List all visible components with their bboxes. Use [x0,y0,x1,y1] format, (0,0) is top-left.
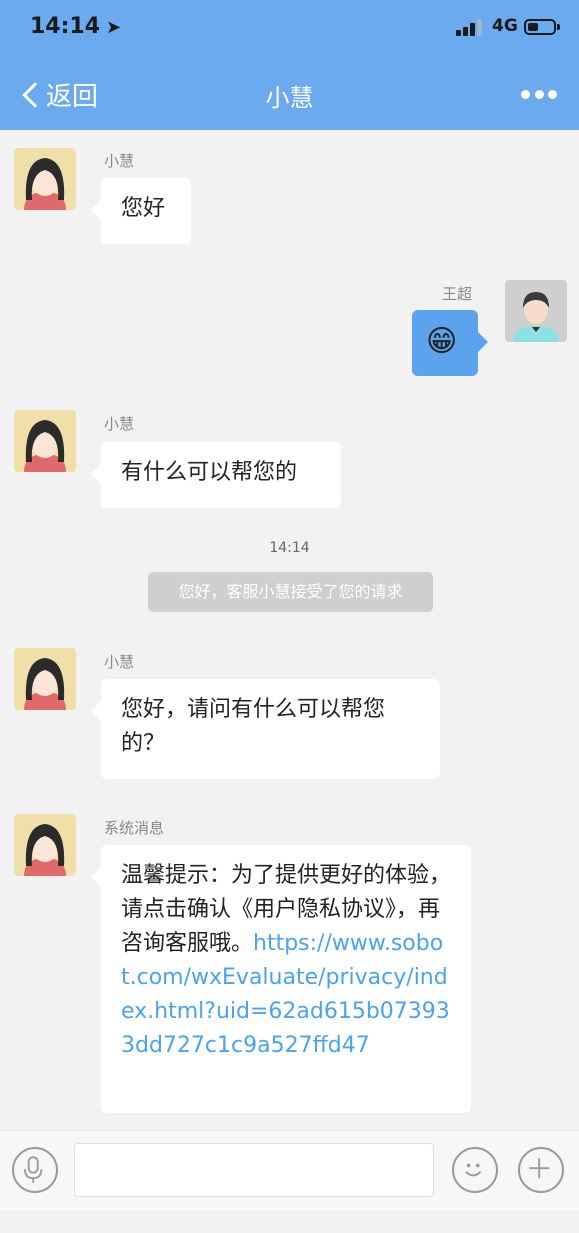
page-title: 小慧 [265,84,314,112]
more-button[interactable] [521,90,557,100]
microphone-icon [24,1156,43,1183]
plus-button[interactable] [518,1147,564,1193]
agent-avatar[interactable] [14,814,76,876]
grinning-emoji-icon: 😁 [426,324,458,359]
chat-timestamp: 14:14 [269,540,310,556]
network-type: 4G [492,16,518,36]
app-header: 14:14 ➤ 4G 返回 小慧 [0,0,579,130]
signal-icon [456,18,486,36]
system-notice: 您好，客服小慧接受了您的请求 [148,572,433,612]
message-text: 您好，请问有什么可以帮您的？ [121,697,386,756]
sender-name: 系统消息 [104,819,165,837]
sender-name: 小慧 [104,152,135,170]
ellipsis-icon [521,90,530,99]
location-arrow-icon: ➤ [106,17,122,38]
navbar: 返回 小慧 [0,62,579,128]
input-bar [0,1130,579,1210]
message-text: 有什么可以帮您的 [121,460,298,485]
bottom-safe-area [0,1210,579,1233]
message-bubble: 😁 [412,310,488,376]
plus-icon [529,1158,550,1179]
sender-name: 王超 [442,285,473,303]
status-bar: 14:14 ➤ 4G [0,0,579,58]
user-avatar[interactable] [505,280,567,342]
battery-icon [524,19,556,35]
agent-avatar[interactable] [14,410,76,472]
smile-icon [465,1163,482,1177]
emoji-button[interactable] [452,1147,498,1193]
message-bubble: 您好，请问有什么可以帮您的？ [91,679,440,779]
message-bubble: 有什么可以帮您的 [91,442,341,508]
status-time-text: 14:14 [30,14,101,39]
sender-name: 小慧 [104,415,135,433]
message-bubble: 温馨提示：为了提供更好的体验，请点击确认《用户隐私协议》，再咨询客服哦。http… [91,845,471,1113]
message-text: 您好 [121,196,166,221]
message-input[interactable] [74,1143,434,1197]
battery-nub [557,24,560,30]
agent-avatar[interactable] [14,148,76,210]
voice-button[interactable] [12,1147,58,1193]
sender-name: 小慧 [104,653,135,671]
status-time: 14:14 ➤ [30,14,121,39]
agent-avatar[interactable] [14,648,76,710]
message-bubble: 您好 [91,178,191,244]
